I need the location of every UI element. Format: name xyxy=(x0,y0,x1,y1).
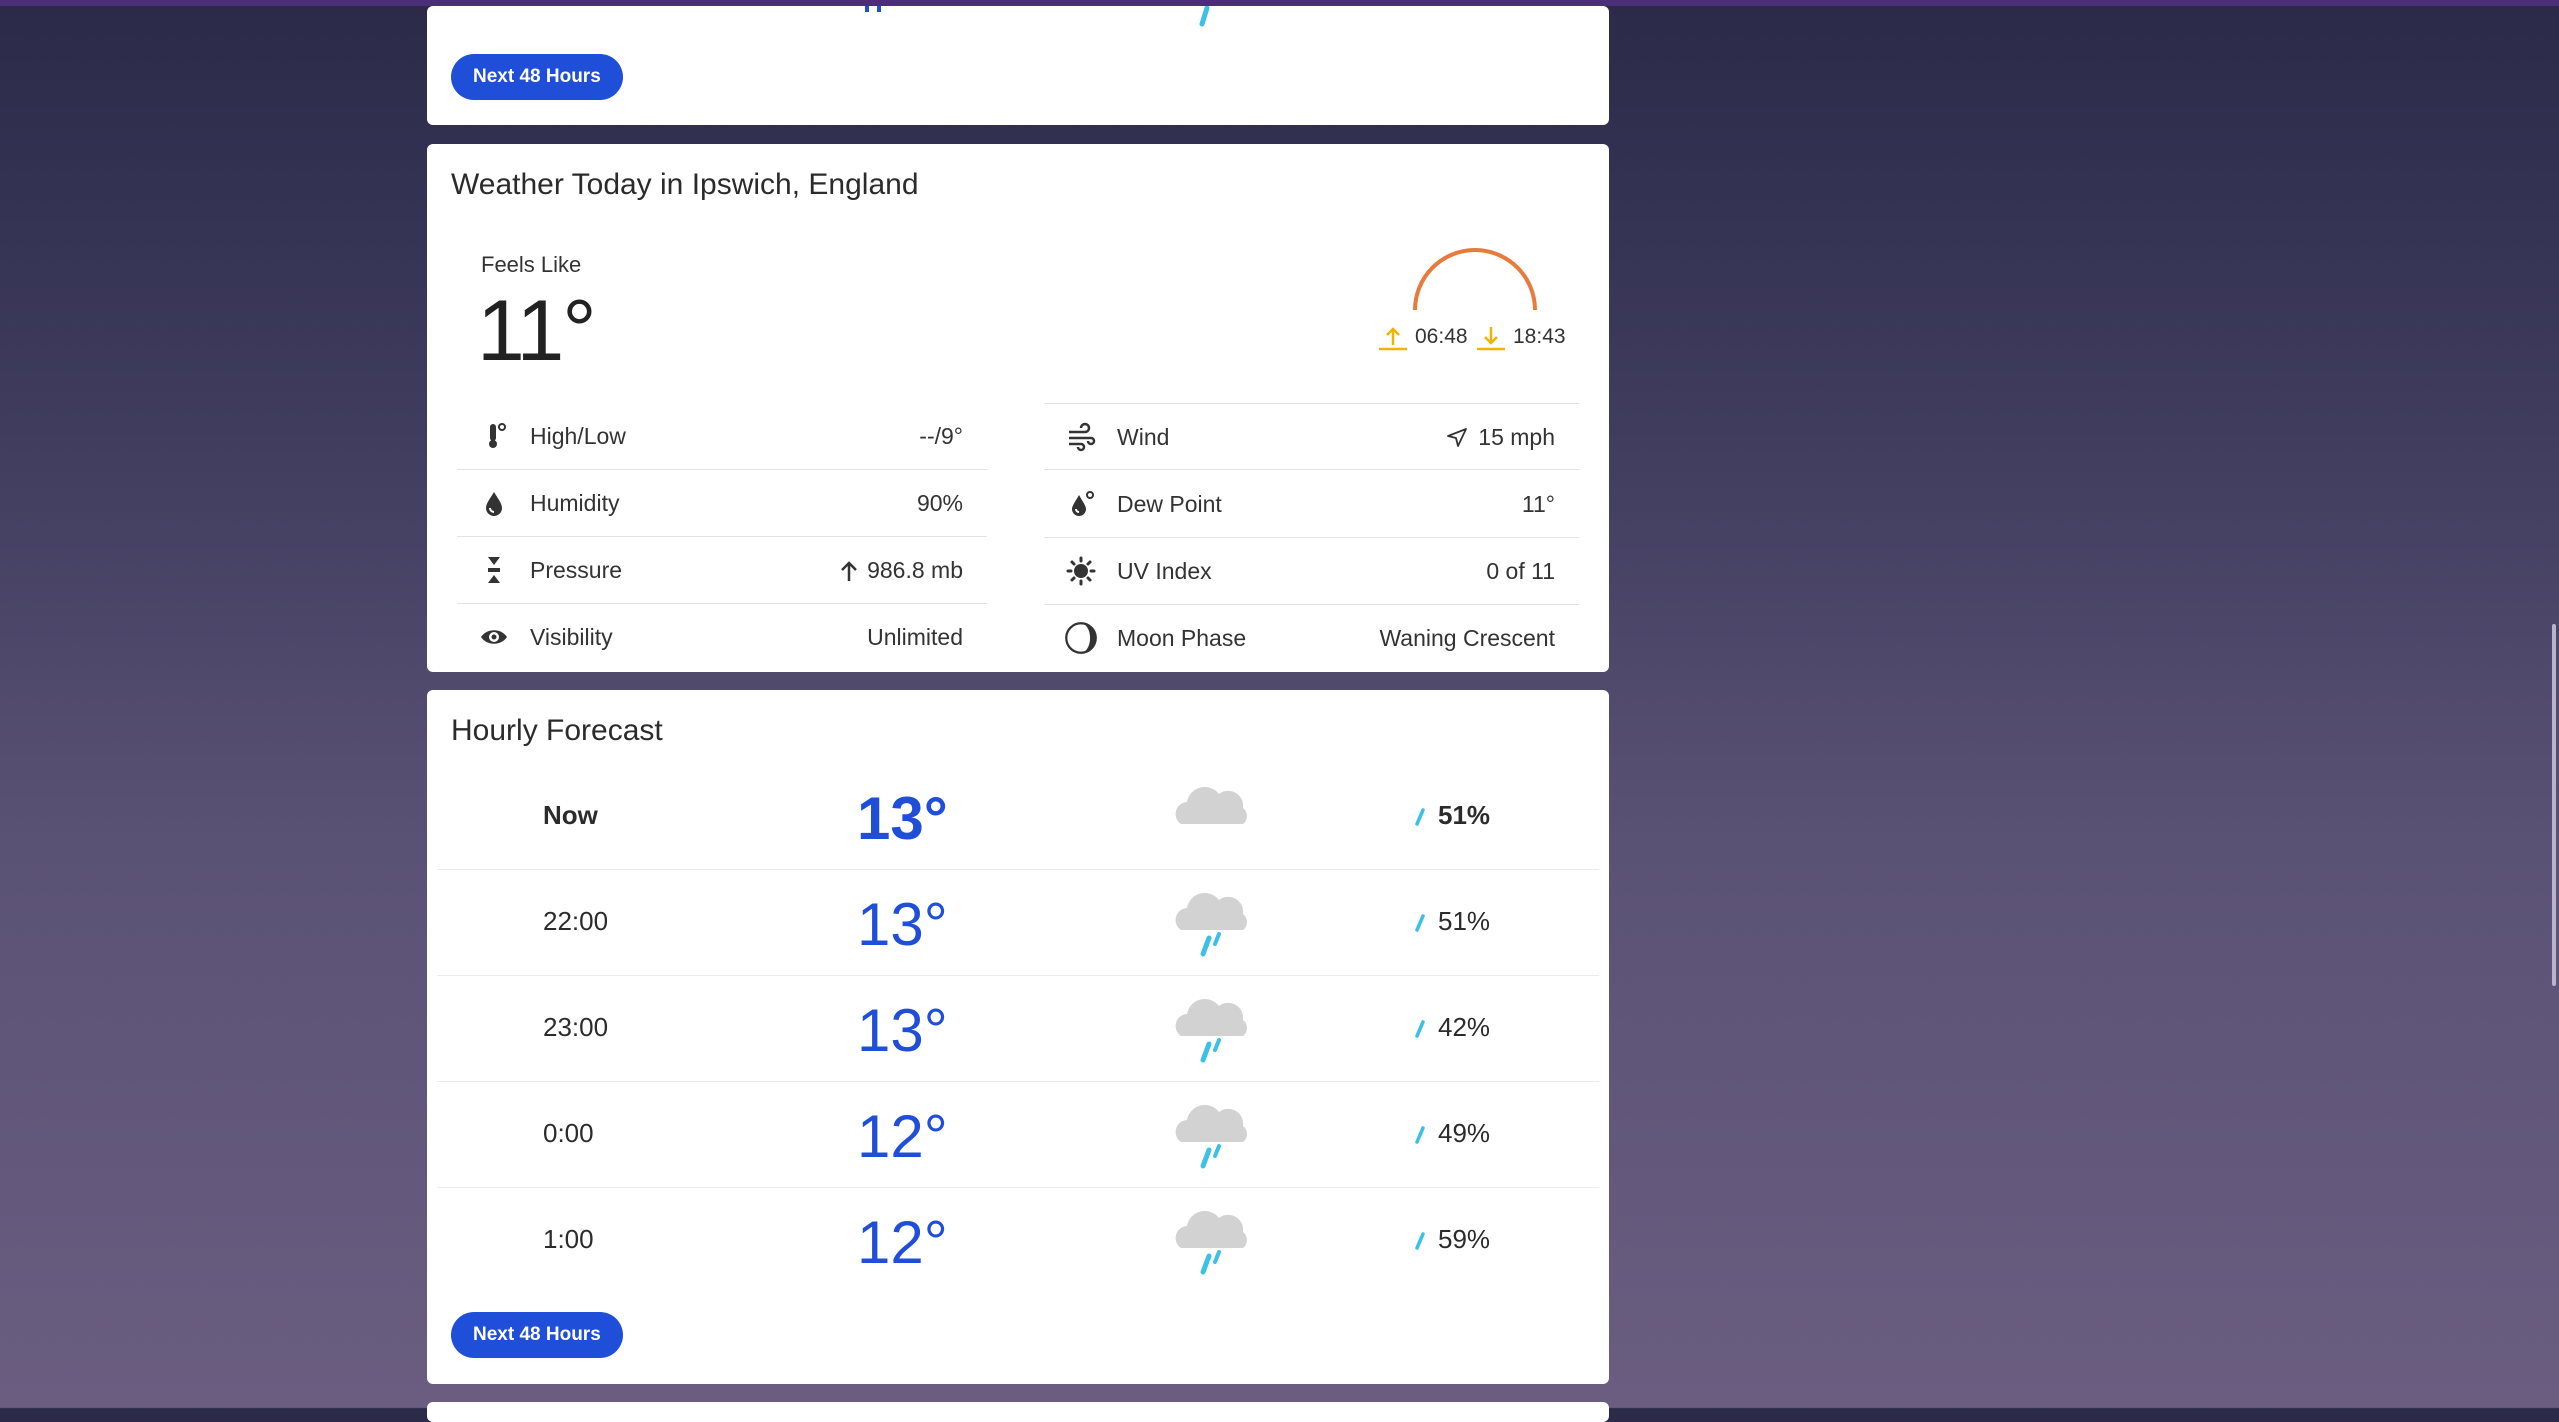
sunset-time: 18:43 xyxy=(1513,325,1566,348)
moon-phase-icon xyxy=(1065,622,1097,654)
precipitation-drop-icon xyxy=(1412,806,1428,833)
detail-label: Humidity xyxy=(530,490,620,516)
hourly-temperature: 12° xyxy=(857,1209,948,1276)
detail-label: Dew Point xyxy=(1117,491,1222,517)
precipitation-chance: 59% xyxy=(1438,1224,1491,1254)
detail-value: 90% xyxy=(916,490,963,516)
precipitation-chance: 51% xyxy=(1438,800,1491,830)
today-card-title: Weather Today in Ipswich, England xyxy=(451,168,919,201)
detail-row-pressure: Pressure 986.8 mb xyxy=(457,537,987,604)
precipitation-chance: 51% xyxy=(1438,906,1491,936)
feels-like-temperature: 11° xyxy=(477,283,597,379)
hourly-temperature: 13° xyxy=(857,785,948,852)
precipitation-drop-icon xyxy=(1412,1230,1428,1257)
pressure-value: 986.8 mb xyxy=(867,557,963,583)
detail-label: Visibility xyxy=(530,624,613,650)
hourly-forecast-card: Hourly Forecast Now 13° 51% 22:00 13° 51% 23:0… xyxy=(427,690,1609,1384)
precipitation-chance: 42% xyxy=(1438,1012,1491,1042)
hourly-temperature: 13° xyxy=(857,997,948,1064)
detail-label: High/Low xyxy=(530,423,626,449)
hourly-time: Now xyxy=(543,800,598,830)
detail-value: 11° xyxy=(1521,491,1555,517)
detail-value: Unlimited xyxy=(867,624,963,650)
hourly-row: Now 13° 51% xyxy=(437,764,1599,870)
detail-row-humidity: Humidity 90% xyxy=(457,470,987,537)
hourly-row: 23:00 13° 42% xyxy=(437,976,1599,1082)
dew-point-icon xyxy=(1072,491,1094,516)
hourly-forecast-card-previous: Next 48 Hours xyxy=(427,6,1609,125)
previous-row-partial xyxy=(865,6,1210,27)
hourly-forecast-title: Hourly Forecast xyxy=(451,714,663,747)
detail-row-visibility: Visibility Unlimited xyxy=(457,604,987,671)
detail-row-wind: Wind 15 mph xyxy=(1044,403,1579,470)
detail-value: Waning Crescent xyxy=(1379,625,1555,651)
next-48-hours-button[interactable]: Next 48 Hours xyxy=(451,1312,623,1358)
next-card-edge xyxy=(427,1402,1609,1422)
precipitation-drop-icon xyxy=(1412,1124,1428,1151)
rain-cloud-icon xyxy=(1167,1094,1257,1179)
pressure-icon xyxy=(488,557,500,583)
thermometer-icon xyxy=(489,423,506,448)
rain-cloud-icon xyxy=(1167,1200,1257,1285)
detail-row-dew-point: Dew Point 11° xyxy=(1044,471,1579,538)
detail-row-moon-phase: Moon Phase Waning Crescent xyxy=(1044,605,1579,672)
feels-like-label: Feels Like xyxy=(481,252,582,277)
detail-value: 0 of 11 xyxy=(1486,558,1555,584)
hourly-time: 23:00 xyxy=(543,1012,609,1042)
next-48-hours-button-top[interactable]: Next 48 Hours xyxy=(451,54,623,100)
sun-arc-icon xyxy=(1413,248,1537,311)
detail-value: --/9° xyxy=(919,423,963,449)
sunrise-time: 06:48 xyxy=(1415,325,1468,348)
wind-value: 15 mph xyxy=(1478,424,1555,450)
detail-value: 986.8 mb xyxy=(839,557,963,584)
detail-row-uv-index: UV Index 0 of 11 xyxy=(1044,538,1579,605)
page-scrollbar-thumb[interactable] xyxy=(2552,624,2556,986)
pressure-rising-arrow-icon xyxy=(841,560,857,581)
rain-cloud-icon xyxy=(1167,882,1257,967)
precipitation-drop-icon xyxy=(1412,912,1428,939)
detail-label: UV Index xyxy=(1117,558,1212,584)
precipitation-chance: 49% xyxy=(1438,1118,1491,1148)
hourly-row: 22:00 13° 51% xyxy=(437,870,1599,976)
sunset-arrow-icon xyxy=(1477,327,1505,351)
eye-icon xyxy=(481,630,507,644)
hourly-time: 1:00 xyxy=(543,1224,594,1254)
cloud-icon xyxy=(1167,776,1257,861)
humidity-drop-icon xyxy=(486,492,502,516)
hourly-time: 0:00 xyxy=(543,1118,594,1148)
detail-label: Wind xyxy=(1117,424,1170,450)
detail-value: 15 mph xyxy=(1446,424,1555,451)
detail-row-high-low: High/Low --/9° xyxy=(457,403,987,470)
detail-label: Moon Phase xyxy=(1117,625,1247,651)
hourly-time: 22:00 xyxy=(543,906,609,936)
wind-icon xyxy=(1069,422,1096,452)
hourly-temperature: 13° xyxy=(857,891,948,958)
uv-sun-icon xyxy=(1066,556,1096,586)
sunrise-group: 06:48 xyxy=(1377,322,1468,352)
wind-direction-icon xyxy=(1447,427,1468,447)
detail-label: Pressure xyxy=(530,557,623,583)
hourly-row: 0:00 12° 49% xyxy=(437,1082,1599,1188)
rain-cloud-icon xyxy=(1167,988,1257,1073)
precipitation-drop-icon xyxy=(1412,1018,1428,1045)
hourly-row: 1:00 12° 59% xyxy=(437,1188,1599,1294)
sunset-group: 18:43 xyxy=(1475,322,1566,352)
hourly-temperature: 12° xyxy=(857,1103,948,1170)
weather-today-card: Weather Today in Ipswich, England Feels … xyxy=(427,144,1609,672)
sunrise-arrow-icon xyxy=(1379,327,1407,351)
